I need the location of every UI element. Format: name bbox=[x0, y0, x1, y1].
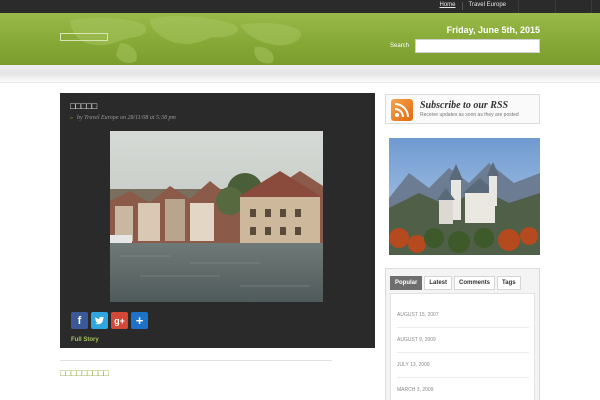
post-meta: » by Travel Europe on 28/11/08 at 5:38 p… bbox=[70, 115, 176, 121]
list-divider bbox=[397, 377, 529, 378]
video-player[interactable] bbox=[110, 131, 323, 302]
full-story-link[interactable]: Full Story bbox=[71, 337, 99, 343]
rss-icon bbox=[391, 99, 413, 121]
video-thumbnail bbox=[110, 131, 323, 302]
tab-latest[interactable]: Latest bbox=[424, 276, 453, 290]
nav-separator bbox=[461, 2, 463, 10]
rss-subscribe-box[interactable]: Subscribe to our RSS Receive updates as … bbox=[385, 94, 540, 124]
list-divider bbox=[397, 352, 529, 353]
tab-tags[interactable]: Tags bbox=[497, 276, 521, 290]
tab-comments[interactable]: Comments bbox=[454, 276, 496, 290]
header-shadow-bar bbox=[0, 65, 600, 83]
facebook-share-icon[interactable]: f bbox=[71, 312, 88, 329]
post-divider bbox=[60, 360, 332, 361]
site-header: Friday, June 5th, 2015 Search bbox=[0, 13, 600, 65]
next-post-title[interactable]: □□□□□□□□□ bbox=[60, 368, 109, 378]
sidebar-castle-image[interactable] bbox=[389, 138, 540, 255]
site-logo[interactable] bbox=[60, 33, 108, 41]
rss-subtitle: Receive updates as soon as they are post… bbox=[420, 112, 519, 118]
top-bar: Home Travel Europe bbox=[0, 0, 600, 13]
list-item[interactable]: AUGUST 15, 2007 bbox=[397, 312, 439, 318]
castle-photo bbox=[389, 138, 540, 255]
twitter-share-icon[interactable] bbox=[91, 312, 108, 329]
post-title[interactable]: □□□□□ bbox=[70, 101, 97, 111]
addthis-share-icon[interactable]: + bbox=[131, 312, 148, 329]
tab-panel-popular: AUGUST 15, 2007 AUGUST 9, 2009 JULY 13, … bbox=[390, 293, 535, 400]
top-bar-dividers bbox=[510, 0, 600, 13]
featured-post: □□□□□ » by Travel Europe on 28/11/08 at … bbox=[60, 93, 375, 348]
list-item[interactable]: JULY 13, 2009 bbox=[397, 362, 430, 368]
list-divider bbox=[397, 327, 529, 328]
sidebar-tabs-widget: Popular Latest Comments Tags AUGUST 15, … bbox=[385, 268, 540, 400]
meta-arrow-icon: » bbox=[70, 115, 73, 121]
list-item[interactable]: AUGUST 9, 2009 bbox=[397, 337, 436, 343]
header-date: Friday, June 5th, 2015 bbox=[446, 25, 540, 35]
share-buttons: f g+ + bbox=[71, 312, 148, 329]
google-plus-share-icon[interactable]: g+ bbox=[111, 312, 128, 329]
search-input[interactable] bbox=[415, 39, 540, 53]
rss-title: Subscribe to our RSS bbox=[420, 100, 509, 111]
post-meta-text: by Travel Europe on 28/11/08 at 5:38 pm bbox=[77, 115, 176, 121]
tab-popular[interactable]: Popular bbox=[390, 276, 423, 290]
list-item[interactable]: MARCH 3, 2009 bbox=[397, 387, 433, 393]
tab-bar: Popular Latest Comments Tags bbox=[390, 276, 521, 290]
nav-site-link[interactable]: Travel Europe bbox=[469, 2, 506, 10]
nav-home-link[interactable]: Home bbox=[440, 2, 456, 10]
top-nav: Home Travel Europe bbox=[440, 2, 506, 10]
search-label: Search bbox=[390, 43, 410, 49]
